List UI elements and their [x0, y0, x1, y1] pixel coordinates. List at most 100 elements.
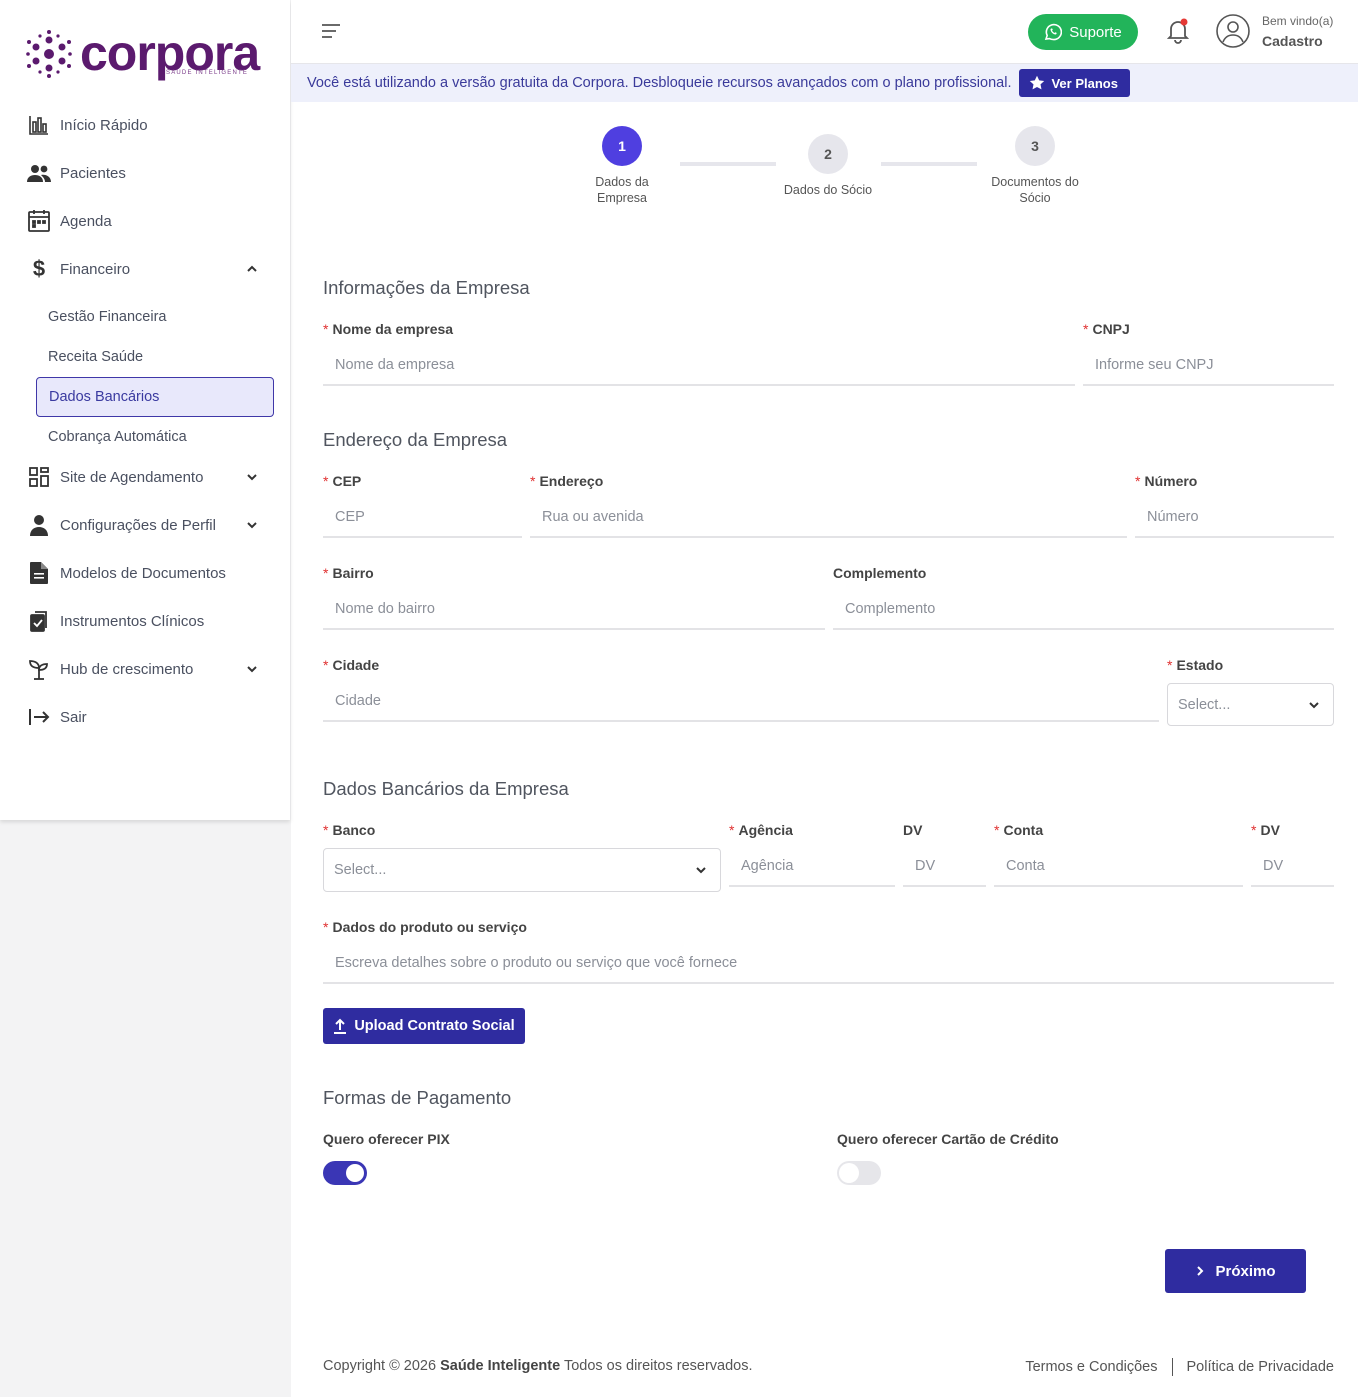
credit-card-label: Quero oferecer Cartão de Crédito	[837, 1131, 1059, 1147]
sidebar-item-label: Agenda	[60, 212, 112, 230]
step-number: 1	[618, 138, 626, 154]
support-button[interactable]: Suporte	[1028, 14, 1138, 50]
step-2-indicator: 2	[808, 134, 848, 174]
complement-input[interactable]	[833, 590, 1334, 630]
credit-card-toggle[interactable]	[837, 1161, 881, 1185]
upload-contract-button[interactable]: Upload Contrato Social	[323, 1008, 525, 1044]
chevron-down-icon	[696, 867, 706, 874]
clipboard-icon	[26, 608, 52, 634]
step-number: 2	[824, 146, 832, 162]
sidebar-item-label: Configurações de Perfil	[60, 516, 216, 534]
footer-divider	[1171, 1358, 1173, 1376]
privacy-link[interactable]: Política de Privacidade	[1187, 1359, 1335, 1375]
state-select[interactable]: Select...	[1167, 683, 1334, 726]
product-label: * Dados do produto ou serviço	[323, 919, 527, 935]
sidebar-subitem-label: Cobrança Automática	[48, 429, 187, 445]
sidebar-item-modelos-documentos[interactable]: Modelos de Documentos	[26, 557, 274, 589]
sidebar-item-label: Site de Agendamento	[60, 468, 204, 486]
pix-toggle[interactable]	[323, 1161, 367, 1185]
cep-input[interactable]	[323, 498, 522, 538]
chevron-down-icon	[247, 522, 257, 529]
next-button[interactable]: Próximo	[1165, 1249, 1306, 1293]
footer-links: Termos e Condições Política de Privacida…	[1025, 1358, 1334, 1376]
menu-icon[interactable]	[321, 22, 341, 40]
upload-icon	[334, 1018, 347, 1034]
bank-data-title: Dados Bancários da Empresa	[323, 778, 569, 799]
sidebar-item-label: Financeiro	[60, 260, 131, 278]
company-name-label: * Nome da empresa	[323, 321, 454, 337]
agency-dv-input[interactable]	[903, 847, 986, 887]
sprout-icon	[26, 656, 52, 682]
copyright-company: Saúde Inteligente	[440, 1358, 561, 1374]
step-connector	[680, 162, 776, 166]
copyright-prefix: Copyright © 2026	[323, 1358, 437, 1374]
sidebar-subitem-gestao-financeira[interactable]: Gestão Financeira	[36, 297, 274, 337]
notification-bell-icon[interactable]	[1167, 18, 1189, 44]
product-input[interactable]	[323, 944, 1334, 984]
sidebar-item-label: Sair	[60, 708, 87, 726]
step-2-label: Dados do Sócio	[783, 183, 873, 197]
logo-dots-icon	[26, 30, 72, 78]
city-label: * Cidade	[323, 657, 380, 673]
sidebar-subitem-label: Receita Saúde	[48, 349, 144, 365]
sidebar-item-pacientes[interactable]: Pacientes	[26, 157, 274, 189]
sidebar-subitem-dados-bancarios[interactable]: Dados Bancários	[36, 377, 274, 417]
cnpj-input[interactable]	[1083, 346, 1334, 386]
state-label: * Estado	[1167, 657, 1224, 673]
bar-chart-icon	[26, 112, 52, 138]
sidebar-item-agenda[interactable]: Agenda	[26, 205, 274, 237]
sidebar-item-hub-crescimento[interactable]: Hub de crescimento	[26, 653, 274, 685]
sidebar-item-instrumentos-clinicos[interactable]: Instrumentos Clínicos	[26, 605, 274, 637]
address-input[interactable]	[530, 498, 1127, 538]
grid-icon	[26, 464, 52, 490]
sidebar-subitem-cobranca-automatica[interactable]: Cobrança Automática	[36, 417, 274, 457]
cep-label: * CEP	[323, 473, 362, 489]
neighborhood-input[interactable]	[323, 590, 825, 630]
sidebar-subitem-label: Dados Bancários	[49, 389, 160, 405]
company-name-input[interactable]	[323, 346, 1075, 386]
sidebar-item-sair[interactable]: Sair	[26, 701, 274, 733]
logo-tagline: SAÚDE INTELIGENTE	[166, 70, 249, 76]
avatar[interactable]	[1216, 14, 1250, 48]
document-icon	[26, 560, 52, 586]
bank-select[interactable]: Select...	[323, 848, 721, 892]
number-label: * Número	[1135, 473, 1198, 489]
step-1-label: Dados da Empresa	[595, 175, 649, 205]
copyright-rights: Todos os direitos reservados.	[563, 1358, 753, 1374]
chevron-down-icon	[1309, 702, 1319, 709]
person-icon	[26, 512, 52, 538]
state-select-value: Select...	[1178, 696, 1231, 713]
view-plans-button[interactable]: Ver Planos	[1019, 69, 1130, 97]
sidebar: corpora SAÚDE INTELIGENTE Início Rápido …	[0, 0, 290, 820]
calendar-icon	[26, 208, 52, 234]
chevron-down-icon	[247, 666, 257, 673]
sidebar-item-label: Instrumentos Clínicos	[60, 612, 205, 630]
sidebar-item-site-agendamento[interactable]: Site de Agendamento	[26, 461, 274, 493]
sidebar-subitem-receita-saude[interactable]: Receita Saúde	[36, 337, 274, 377]
copyright: Copyright © 2026 Saúde Inteligente Todos…	[323, 1358, 753, 1374]
logout-icon	[26, 704, 52, 730]
address-label: * Endereço	[530, 473, 604, 489]
corpora-logo[interactable]: corpora SAÚDE INTELIGENTE	[26, 25, 260, 81]
top-bar: Suporte Bem vindo(a) Cadastro	[291, 0, 1358, 64]
toggle-knob	[839, 1163, 859, 1183]
agency-dv-label: DV	[903, 822, 923, 838]
step-3-indicator: 3	[1015, 126, 1055, 166]
account-dv-input[interactable]	[1251, 847, 1334, 887]
neighborhood-label: * Bairro	[323, 565, 374, 581]
cnpj-label: * CNPJ	[1083, 321, 1130, 337]
star-icon	[1030, 75, 1045, 90]
account-input[interactable]	[994, 847, 1243, 887]
step-connector	[881, 162, 977, 166]
sidebar-item-label: Modelos de Documentos	[60, 564, 226, 582]
terms-link[interactable]: Termos e Condições	[1025, 1359, 1157, 1375]
sidebar-item-financeiro[interactable]: $ Financeiro	[26, 253, 274, 285]
sidebar-item-label: Pacientes	[60, 164, 126, 182]
sidebar-item-inicio-rapido[interactable]: Início Rápido	[26, 109, 274, 141]
sidebar-item-configuracoes-perfil[interactable]: Configurações de Perfil	[26, 509, 274, 541]
city-input[interactable]	[323, 682, 1159, 722]
agency-input[interactable]	[729, 847, 895, 887]
step-3-label: Documentos do Sócio	[991, 175, 1079, 205]
account-dv-label: * DV	[1251, 822, 1280, 838]
number-input[interactable]	[1135, 498, 1334, 538]
